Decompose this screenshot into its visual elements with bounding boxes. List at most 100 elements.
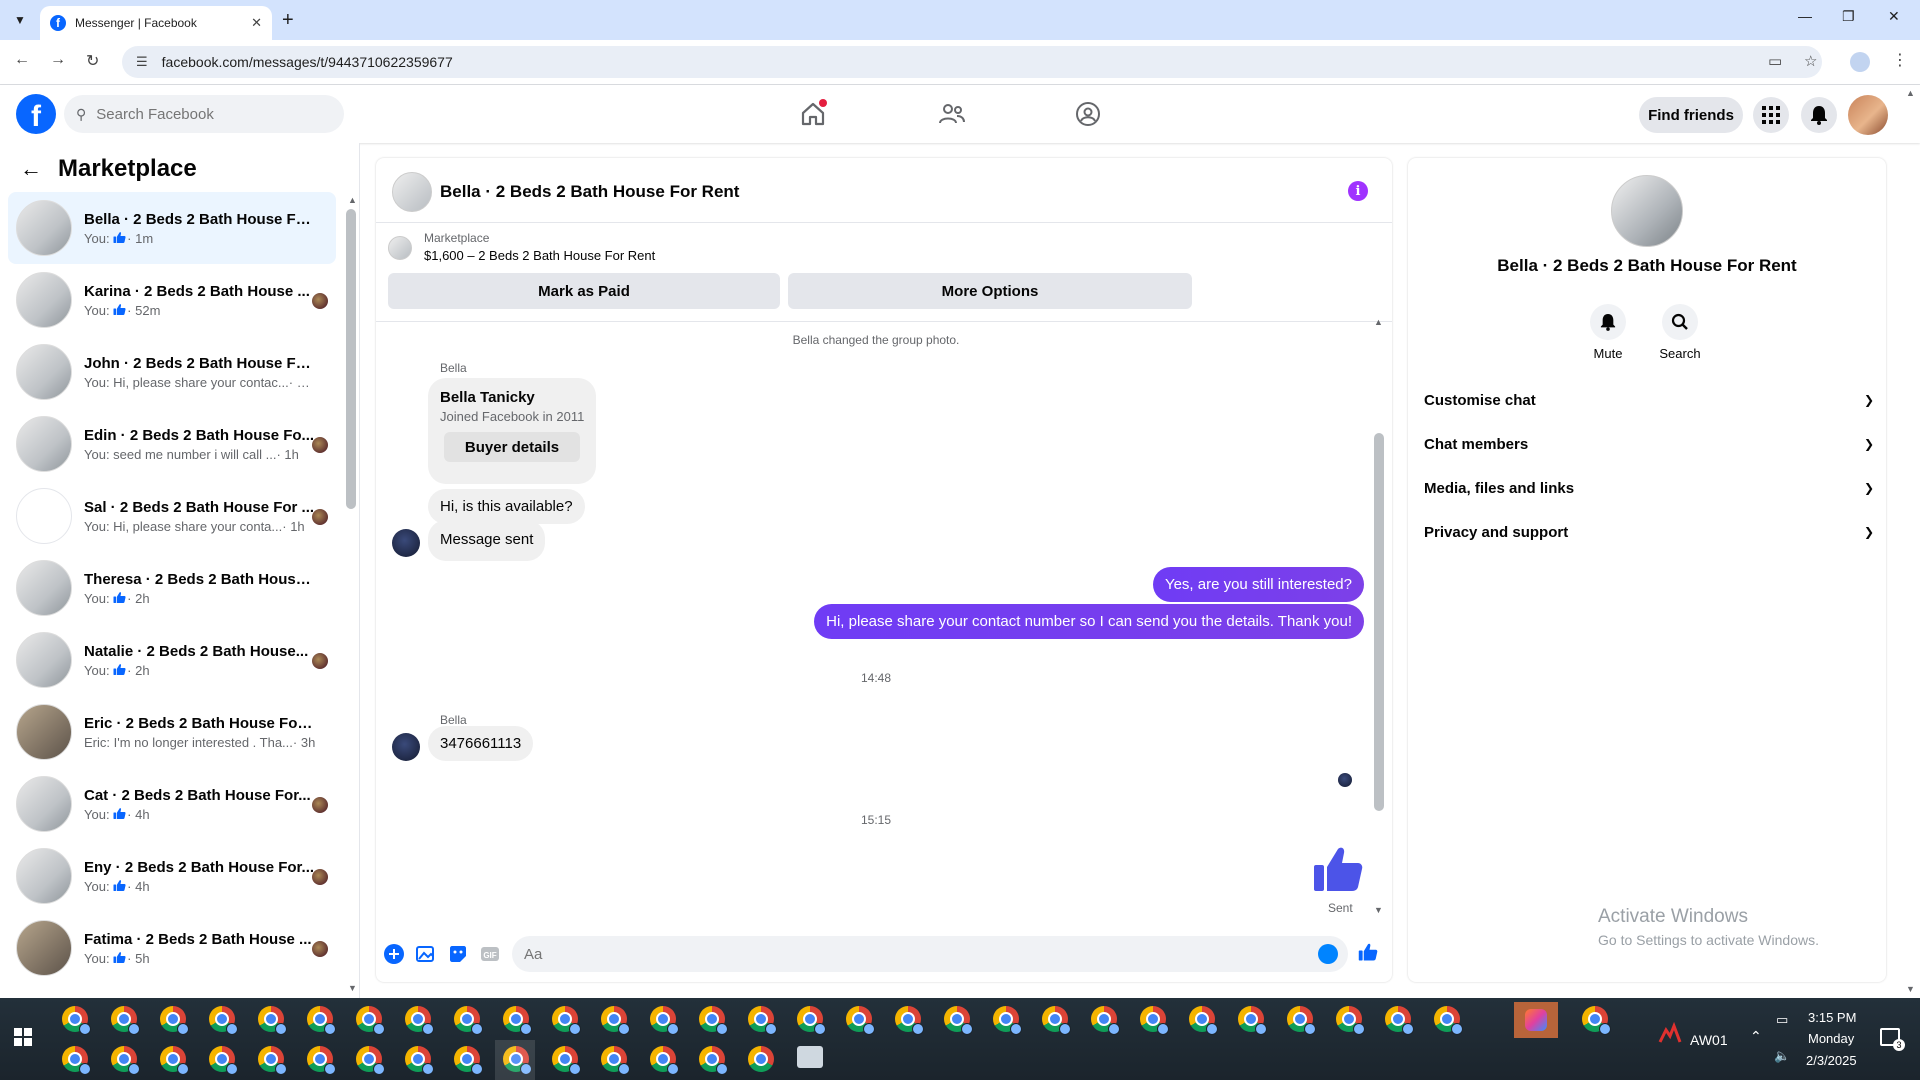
message-input-box[interactable]: [512, 936, 1348, 972]
chrome-taskbar-icon[interactable]: [1091, 1006, 1120, 1035]
chrome-taskbar-icon[interactable]: [1140, 1006, 1169, 1035]
conversation-item[interactable]: Bella · 2 Beds 2 Bath House For ... You: …: [8, 192, 336, 264]
search-in-chat-button[interactable]: Search: [1650, 304, 1710, 361]
chrome-taskbar-icon[interactable]: [748, 1006, 777, 1035]
sent-like-message[interactable]: [1312, 843, 1364, 900]
chrome-taskbar-icon[interactable]: [1238, 1006, 1267, 1035]
chrome-taskbar-icon[interactable]: [258, 1046, 287, 1075]
chrome-taskbar-icon[interactable]: [307, 1046, 336, 1075]
outgoing-message[interactable]: Hi, please share your contact number so …: [814, 604, 1364, 639]
chrome-taskbar-icon[interactable]: [650, 1006, 679, 1035]
chrome-taskbar-icon[interactable]: [993, 1006, 1022, 1035]
listing-thumbnail[interactable]: [388, 236, 412, 260]
conversation-item[interactable]: John · 2 Beds 2 Bath House For ... You: H…: [8, 336, 336, 408]
clock-date[interactable]: 2/3/2025: [1806, 1053, 1857, 1068]
attach-photo-button[interactable]: [416, 944, 436, 964]
chrome-taskbar-icon[interactable]: [1336, 1006, 1365, 1035]
plus-actions-button[interactable]: [384, 944, 404, 964]
home-nav-button[interactable]: [793, 97, 833, 131]
incoming-message[interactable]: 3476661113: [428, 726, 534, 761]
conversation-item[interactable]: Theresa · 2 Beds 2 Bath House F... You: ·…: [8, 552, 336, 624]
outgoing-message[interactable]: Yes, are you still interested?: [1152, 567, 1364, 602]
facebook-search-box[interactable]: ⚲: [64, 95, 344, 133]
conversation-item[interactable]: Eny · 2 Beds 2 Bath House For... You: · 4…: [8, 840, 336, 912]
chrome-taskbar-icon[interactable]: [111, 1006, 140, 1035]
chrome-taskbar-icon[interactable]: [601, 1006, 630, 1035]
menu-grid-button[interactable]: [1753, 97, 1789, 133]
chrome-taskbar-icon[interactable]: [258, 1006, 287, 1035]
conversation-item[interactable]: Edin · 2 Beds 2 Bath House Fo... You: see…: [8, 408, 336, 480]
facebook-logo-icon[interactable]: f: [16, 94, 56, 134]
conversation-avatar[interactable]: [1611, 175, 1683, 247]
notifications-button[interactable]: [1801, 97, 1837, 133]
address-bar[interactable]: ☰ facebook.com/messages/t/94437106223596…: [122, 46, 1822, 78]
page-scroll-down-icon[interactable]: ▼: [1906, 984, 1915, 994]
chat-avatar[interactable]: [392, 172, 432, 212]
chrome-taskbar-icon[interactable]: [356, 1046, 385, 1075]
chrome-taskbar-icon[interactable]: [699, 1046, 728, 1075]
chrome-taskbar-icon[interactable]: [160, 1006, 189, 1035]
chrome-taskbar-icon[interactable]: [62, 1006, 91, 1035]
conversation-item[interactable]: Eric · 2 Beds 2 Bath House For R... Eric:…: [8, 696, 336, 768]
chevron-up-icon[interactable]: ⌃: [1750, 1028, 1762, 1045]
conversation-item[interactable]: Fatima · 2 Beds 2 Bath House ... You: · 5…: [8, 912, 336, 984]
buyer-details-button[interactable]: Buyer details: [444, 432, 580, 462]
chrome-taskbar-icon[interactable]: [405, 1006, 434, 1035]
browser-menu-icon[interactable]: ⋮: [1892, 50, 1908, 70]
tab-search-chevron-icon[interactable]: ▼: [8, 9, 32, 31]
install-app-icon[interactable]: ▭: [1768, 52, 1782, 70]
speaker-icon[interactable]: 🔈: [1774, 1048, 1790, 1064]
conversation-item[interactable]: Cat · 2 Beds 2 Bath House For... You: · 4…: [8, 768, 336, 840]
back-arrow-icon[interactable]: ←: [20, 156, 42, 182]
chrome-taskbar-icon[interactable]: [552, 1046, 581, 1075]
chrome-taskbar-icon[interactable]: [160, 1046, 189, 1075]
media-files-links-row[interactable]: Media, files and links ❯: [1424, 466, 1874, 510]
sender-avatar[interactable]: [392, 529, 420, 557]
forward-arrow-icon[interactable]: →: [50, 51, 66, 69]
account-avatar[interactable]: [1848, 95, 1888, 135]
chrome-taskbar-icon[interactable]: [552, 1006, 581, 1035]
minimize-icon[interactable]: —: [1798, 8, 1812, 24]
tab-close-icon[interactable]: ✕: [251, 15, 262, 31]
chat-scroll-down-icon[interactable]: ▼: [1374, 905, 1383, 915]
chrome-taskbar-icon[interactable]: [209, 1046, 238, 1075]
chrome-taskbar-icon[interactable]: [1582, 1006, 1611, 1035]
file-explorer-taskbar-icon[interactable]: [797, 1046, 823, 1068]
chrome-taskbar-icon[interactable]: [748, 1046, 774, 1072]
clock-time[interactable]: 3:15 PM: [1808, 1010, 1856, 1025]
browser-tab-messenger[interactable]: f Messenger | Facebook ✕: [40, 6, 272, 40]
friends-nav-button[interactable]: [932, 97, 972, 131]
emoji-icon[interactable]: [1318, 944, 1338, 964]
chrome-taskbar-icon[interactable]: [1385, 1006, 1414, 1035]
find-friends-button[interactable]: Find friends: [1639, 97, 1743, 133]
chrome-taskbar-icon[interactable]: [454, 1046, 483, 1075]
site-info-icon[interactable]: ☰: [136, 54, 148, 70]
sticker-button[interactable]: [448, 944, 468, 964]
chat-scroll-up-icon[interactable]: ▲: [1374, 317, 1383, 327]
chat-members-row[interactable]: Chat members ❯: [1424, 422, 1874, 466]
chrome-taskbar-icon[interactable]: [307, 1006, 336, 1035]
listing-title[interactable]: $1,600 – 2 Beds 2 Bath House For Rent: [424, 248, 655, 263]
clock-day[interactable]: Monday: [1808, 1031, 1854, 1046]
groups-nav-button[interactable]: [1068, 97, 1108, 131]
chrome-taskbar-icon[interactable]: [209, 1006, 238, 1035]
chrome-taskbar-icon[interactable]: [405, 1046, 434, 1075]
chrome-taskbar-icon[interactable]: [1287, 1006, 1316, 1035]
chrome-taskbar-icon[interactable]: [895, 1006, 924, 1035]
more-options-button[interactable]: More Options: [788, 273, 1192, 309]
browser-profile-avatar[interactable]: [1850, 52, 1870, 72]
chrome-taskbar-icon[interactable]: [454, 1006, 483, 1035]
mark-as-paid-button[interactable]: Mark as Paid: [388, 273, 780, 309]
notification-center-icon[interactable]: 3: [1880, 1028, 1905, 1051]
send-like-button[interactable]: [1358, 942, 1378, 962]
chrome-taskbar-icon[interactable]: [503, 1006, 532, 1035]
chrome-taskbar-icon[interactable]: [650, 1046, 679, 1075]
customise-chat-row[interactable]: Customise chat ❯: [1424, 378, 1874, 422]
chrome-taskbar-icon[interactable]: [356, 1006, 385, 1035]
message-input[interactable]: [524, 945, 1284, 963]
chrome-taskbar-icon[interactable]: [1042, 1006, 1071, 1035]
windows-start-icon[interactable]: [14, 1028, 32, 1046]
conversation-item[interactable]: Karina · 2 Beds 2 Bath House ... You: · 5…: [8, 264, 336, 336]
facebook-search-input[interactable]: [96, 105, 317, 123]
bookmark-star-icon[interactable]: ☆: [1804, 52, 1817, 70]
